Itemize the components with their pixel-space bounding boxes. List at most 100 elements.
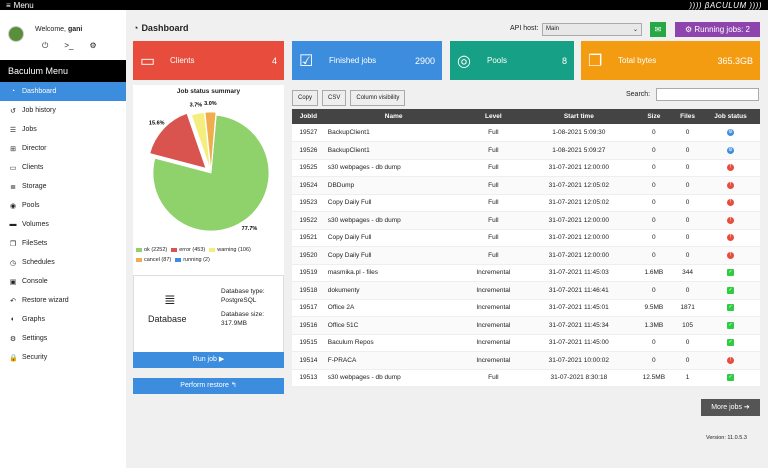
database-icon: ≣ bbox=[10, 183, 16, 191]
card-total-bytes[interactable]: ❐ Total bytes 365.3GB bbox=[581, 41, 760, 80]
sidebar-item-label: Director bbox=[22, 145, 47, 152]
table-row[interactable]: 19522 s30 webpages - db dump Full 31-07-202… bbox=[292, 211, 760, 230]
column-visibility-button[interactable]: Column visibility bbox=[350, 90, 406, 106]
legend-item-running[interactable]: running (2) bbox=[175, 257, 210, 263]
cell-id: 19522 bbox=[292, 211, 325, 230]
column-header[interactable]: Files bbox=[674, 109, 701, 124]
cell-start: 31-07-2021 12:00:00 bbox=[524, 229, 634, 247]
table-row[interactable]: 19516 Office 51C Incremental 31-07-2021 11:… bbox=[292, 316, 760, 335]
sidebar-item-jobs[interactable]: ☰ Jobs bbox=[0, 120, 126, 139]
cell-status: ! bbox=[701, 159, 760, 177]
cell-files: 0 bbox=[674, 194, 701, 212]
cell-id: 19525 bbox=[292, 159, 325, 177]
db-type-value: PostgreSQL bbox=[221, 297, 257, 304]
cell-status: ! bbox=[701, 351, 760, 370]
cell-name: Baculum Repos bbox=[324, 334, 463, 352]
column-header[interactable]: Size bbox=[633, 109, 675, 124]
cogs-icon: ⚙ bbox=[685, 25, 693, 34]
cell-files: 0 bbox=[674, 211, 701, 230]
sidebar-item-label: Graphs bbox=[22, 316, 45, 323]
status-ok-icon: ✓ bbox=[727, 304, 734, 312]
card-value: 365.3GB bbox=[717, 55, 753, 66]
column-header[interactable]: Name bbox=[324, 109, 463, 124]
cell-files: 0 bbox=[674, 334, 701, 352]
cell-size: 0 bbox=[633, 194, 675, 212]
cell-name: BackupClient1 bbox=[324, 124, 463, 142]
desktop-icon: ▭ bbox=[9, 164, 17, 172]
run-job-button[interactable]: Run job ▶ bbox=[133, 352, 284, 368]
sidebar-item-filesets[interactable]: ❐ FileSets bbox=[0, 234, 126, 253]
table-row[interactable]: 19525 s30 webpages - db dump Full 31-07-202… bbox=[292, 159, 760, 177]
table-row[interactable]: 19519 masmika.pl - files Incremental 31-07-… bbox=[292, 264, 760, 282]
table-row[interactable]: 19517 Office 2A Incremental 31-07-2021 11:4… bbox=[292, 299, 760, 317]
table-row[interactable]: 19523 Copy Daily Full Full 31-07-2021 12:05… bbox=[292, 194, 760, 212]
status-error-icon: ! bbox=[727, 234, 734, 242]
cell-start: 31-07-2021 12:00:00 bbox=[524, 159, 634, 177]
card-finished-jobs[interactable]: ☑ Finished jobs 2900 bbox=[292, 41, 442, 80]
legend-item-error[interactable]: error (453) bbox=[171, 247, 205, 253]
card-clients[interactable]: ▭ Clients 4 bbox=[133, 41, 284, 80]
legend-item-cancel[interactable]: cancel (87) bbox=[136, 257, 171, 263]
cell-name: F-PRACA bbox=[324, 351, 463, 370]
card-value: 4 bbox=[271, 55, 277, 66]
tape-icon: ◎ bbox=[457, 52, 471, 70]
cell-status: ! bbox=[701, 229, 760, 247]
sidebar-item-dashboard[interactable]: ◔ Dashboard bbox=[0, 82, 126, 101]
sidebar-item-clients[interactable]: ▭ Clients bbox=[0, 158, 126, 177]
sidebar-item-console[interactable]: ▣ Console bbox=[0, 272, 126, 291]
cell-files: 1871 bbox=[674, 299, 701, 317]
database-icon: ≣ bbox=[164, 291, 176, 307]
pie-chart: 77.7% 15.6% 3.7% 3.0% bbox=[149, 101, 270, 232]
list-icon: ☰ bbox=[9, 126, 17, 134]
table-row[interactable]: 19527 BackupClient1 Full 1-08-2021 5:09:30 0… bbox=[292, 124, 760, 142]
table-row[interactable]: 19526 BackupClient1 Full 1-08-2021 5:09:27 0… bbox=[292, 141, 760, 160]
sidebar-item-volumes[interactable]: ▬ Volumes bbox=[0, 215, 126, 234]
table-row[interactable]: 19515 Baculum Repos Incremental 31-07-2021 … bbox=[292, 334, 760, 352]
search-input[interactable] bbox=[656, 88, 759, 101]
sidebar-item-security[interactable]: 🔒 Security bbox=[0, 348, 126, 367]
mail-button[interactable]: ✉ bbox=[650, 22, 666, 37]
terminal-icon[interactable]: >_ bbox=[64, 41, 73, 51]
sidebar-item-label: FileSets bbox=[22, 240, 48, 247]
more-jobs-button[interactable]: More jobs ➔ bbox=[701, 399, 760, 416]
copy-button[interactable]: Copy bbox=[292, 90, 319, 106]
sidebar-item-graphs[interactable]: ◐ Graphs bbox=[0, 310, 126, 329]
sidebar-item-label: Console bbox=[22, 278, 48, 285]
sidebar-item-job-history[interactable]: ↺ Job history bbox=[0, 101, 126, 120]
legend-item-warning[interactable]: warning (106) bbox=[209, 247, 251, 253]
column-header[interactable]: JobId bbox=[292, 109, 325, 124]
cell-size: 0 bbox=[633, 229, 675, 247]
avatar bbox=[8, 26, 24, 42]
sidebar-item-schedules[interactable]: ◷ Schedules bbox=[0, 253, 126, 272]
perform-restore-button[interactable]: Perform restore ↰ bbox=[133, 378, 284, 394]
cell-size: 0 bbox=[633, 124, 675, 142]
table-row[interactable]: 19520 Copy Daily Full Full 31-07-2021 12:00… bbox=[292, 246, 760, 265]
sidebar-item-director[interactable]: ⊞ Director bbox=[0, 139, 126, 158]
power-icon[interactable]: ⏻ bbox=[42, 41, 48, 51]
cell-name: Copy Daily Full bbox=[324, 229, 463, 247]
column-header[interactable]: Level bbox=[462, 109, 525, 124]
table-row[interactable]: 19513 s30 webpages - db dump Full 31-07-202… bbox=[292, 369, 760, 387]
legend-item-ok[interactable]: ok (2252) bbox=[136, 247, 167, 253]
card-label: Pools bbox=[487, 56, 508, 65]
cell-status: ✓ bbox=[701, 281, 760, 300]
table-row[interactable]: 19521 Copy Daily Full Full 31-07-2021 12:00… bbox=[292, 229, 760, 247]
cell-id: 19519 bbox=[292, 264, 325, 282]
cell-files: 344 bbox=[674, 264, 701, 282]
menu-toggle[interactable]: ≡ Menu bbox=[6, 1, 34, 10]
sidebar-item-settings[interactable]: ⚙ Settings bbox=[0, 329, 126, 348]
settings-icon[interactable]: ⚙ bbox=[89, 41, 96, 51]
sidebar-item-pools[interactable]: ◉ Pools bbox=[0, 196, 126, 215]
table-row[interactable]: 19524 DBDump Full 31-07-2021 12:05:02 0 0! bbox=[292, 176, 760, 195]
table-row[interactable]: 19518 dokumenty Incremental 31-07-2021 11:4… bbox=[292, 281, 760, 300]
running-jobs-button[interactable]: ⚙ Running jobs: 2 bbox=[675, 22, 760, 37]
sidebar-item-storage[interactable]: ≣ Storage bbox=[0, 177, 126, 196]
card-pools[interactable]: ◎ Pools 8 bbox=[450, 41, 574, 80]
csv-button[interactable]: CSV bbox=[322, 90, 347, 106]
cell-status: ✓ bbox=[701, 299, 760, 317]
sidebar-item-restore-wizard[interactable]: ↶ Restore wizard bbox=[0, 291, 126, 310]
column-header[interactable]: Job status bbox=[701, 109, 760, 124]
table-row[interactable]: 19514 F-PRACA Incremental 31-07-2021 10:00:… bbox=[292, 351, 760, 370]
api-host-select[interactable]: Main ⌄ bbox=[542, 23, 642, 36]
column-header[interactable]: Start time bbox=[524, 109, 634, 124]
